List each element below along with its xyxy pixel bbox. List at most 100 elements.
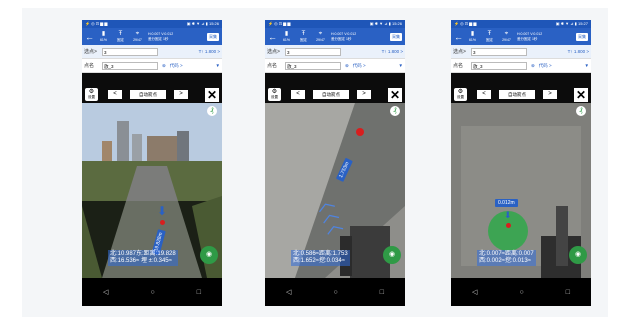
readout-line-1: 北:0.586≈距离:1.753 — [293, 251, 348, 257]
point-select-label[interactable]: 选点> — [267, 48, 285, 55]
system-nav-bar: ◁ ○ □ — [82, 278, 222, 306]
settings-label: 设置 — [88, 95, 95, 99]
status-icon: ▮ — [284, 31, 289, 37]
status-indicator: Ŧ 固定 — [295, 31, 312, 42]
clear-icon[interactable]: ⊗ — [162, 63, 166, 69]
status-indicator: ⌖ 29/47 — [129, 31, 146, 42]
antenna-height[interactable]: T↑ 1.800 > — [568, 49, 589, 54]
h-precision: H:0.007 — [148, 31, 161, 36]
stakeout-controls: ⚙ 设置 < 自动箭点 > ✕ — [82, 86, 222, 103]
previous-point-button[interactable]: < — [108, 90, 122, 99]
point-name-input[interactable]: 放_3 — [471, 61, 527, 70]
nav-recents-icon[interactable]: □ — [380, 289, 384, 296]
point-input[interactable]: 3 — [471, 47, 527, 56]
point-input[interactable]: 3 — [285, 47, 341, 56]
clear-icon[interactable]: ⊗ — [531, 63, 535, 69]
chevron-down-icon[interactable]: ▼ — [216, 63, 220, 68]
locate-icon[interactable]: ◉ — [200, 246, 218, 264]
status-icons-left: ⚡ ◎ ⊡ ▆ ▆ — [454, 21, 477, 26]
clear-icon[interactable]: ⊗ — [345, 63, 349, 69]
status-indicator: ⌖ 29/47 — [312, 31, 329, 42]
code-selector[interactable]: 代码 > — [353, 63, 366, 69]
status-label: 29/47 — [502, 38, 511, 42]
status-label: 29/47 — [316, 38, 325, 42]
distance-label: 0.012m — [495, 199, 518, 207]
nav-home-icon[interactable]: ○ — [150, 289, 154, 296]
status-icon: Ŧ — [487, 31, 492, 37]
point-name-input[interactable]: 放_3 — [285, 61, 341, 70]
back-arrow-icon[interactable]: ← — [268, 32, 278, 42]
point-select-label[interactable]: 选点> — [84, 48, 102, 55]
name-row: 点名 放_3 ⊗ 代码 > ▼ — [82, 59, 222, 73]
back-arrow-icon[interactable]: ← — [85, 32, 95, 42]
auto-point-button[interactable]: 自动箭点 — [130, 90, 166, 99]
nav-back-icon[interactable]: ◁ — [286, 288, 291, 296]
nav-back-icon[interactable]: ◁ — [103, 288, 108, 296]
status-icon: ▮ — [101, 31, 106, 37]
compass-icon[interactable]: ₰ — [207, 106, 217, 116]
settings-label: 设置 — [271, 95, 278, 99]
code-selector[interactable]: 代码 > — [170, 63, 183, 69]
auto-point-button[interactable]: 自动箭点 — [313, 90, 349, 99]
collect-button[interactable]: 采集 — [576, 32, 588, 41]
direction-arrow-icon: ⬇ — [157, 204, 168, 218]
status-bar: ⚡ ◎ ⊡ ▆ ▆ ▣ ✱ ▼ ⊿ ▮ 15:26 — [265, 20, 405, 28]
collect-button[interactable]: 采集 — [207, 32, 219, 41]
compass-icon[interactable]: ₰ — [390, 106, 400, 116]
settings-label: 设置 — [457, 95, 464, 99]
status-label: 固定 — [117, 38, 124, 42]
antenna-height[interactable]: T↑ 1.800 > — [382, 49, 403, 54]
next-point-button[interactable]: > — [174, 90, 188, 99]
chevron-down-icon[interactable]: ▼ — [399, 63, 403, 68]
h-precision: H:0.007 — [517, 31, 530, 36]
compass-icon[interactable]: ₰ — [576, 106, 586, 116]
next-point-button[interactable]: > — [543, 90, 557, 99]
status-icon: Ŧ — [301, 31, 306, 37]
settings-button[interactable]: ⚙ 设置 — [268, 88, 281, 101]
nav-recents-icon[interactable]: □ — [566, 289, 570, 296]
status-label: 61% — [468, 38, 476, 42]
readout-line-1: 北:0.007≈距离:0.007 — [479, 251, 534, 257]
close-icon[interactable]: ✕ — [574, 87, 588, 102]
status-icons-right: ▣ ✱ ▼ ⊿ ▮ 15:26 — [186, 21, 219, 26]
nav-home-icon[interactable]: ○ — [333, 289, 337, 296]
previous-point-button[interactable]: < — [477, 90, 491, 99]
code-selector[interactable]: 代码 > — [539, 63, 552, 69]
status-icon: ⌖ — [135, 31, 140, 37]
close-icon[interactable]: ✕ — [205, 87, 219, 102]
v-precision: V:0.012 — [530, 31, 543, 36]
locate-icon[interactable]: ◉ — [383, 246, 401, 264]
nav-recents-icon[interactable]: □ — [197, 289, 201, 296]
antenna-height[interactable]: T↑ 1.800 > — [199, 49, 220, 54]
point-name-input[interactable]: 放_3 — [102, 61, 158, 70]
target-point — [160, 220, 165, 225]
nav-back-icon[interactable]: ◁ — [472, 288, 477, 296]
nav-home-icon[interactable]: ○ — [519, 289, 523, 296]
locate-icon[interactable]: ◉ — [569, 246, 587, 264]
next-point-button[interactable]: > — [357, 90, 371, 99]
solution-status: 差分固定 1秒 — [517, 36, 538, 41]
stakeout-view: ⚙ 设置 < 自动箭点 > ✕ ₰ 0.012m ⬇ 北:0.007≈距离:0.007 西:0.00… — [451, 86, 591, 295]
chevron-down-icon[interactable]: ▼ — [585, 63, 589, 68]
close-icon[interactable]: ✕ — [388, 87, 402, 102]
settings-button[interactable]: ⚙ 设置 — [85, 88, 98, 101]
settings-button[interactable]: ⚙ 设置 — [454, 88, 467, 101]
phone-screen: ⚡ ◎ ⊡ ▆ ▆ ▣ ✱ ▼ ⊿ ▮ 15:26 ← ▮ 61% Ŧ 固定 ⌖ 29/47 H:… — [265, 20, 405, 306]
point-select-label[interactable]: 选点> — [453, 48, 471, 55]
stakeout-readout: 北:0.007≈距离:0.007 西:0.002≈挖:0.013≈ — [477, 250, 536, 266]
collect-button[interactable]: 采集 — [390, 32, 402, 41]
system-nav-bar: ◁ ○ □ — [265, 278, 405, 306]
status-icon: ⌖ — [318, 31, 323, 37]
point-input[interactable]: 3 — [102, 47, 158, 56]
status-icons-left: ⚡ ◎ ⊡ ▆ ▆ — [268, 21, 291, 26]
precision-readout: H:0.007 V:0.012 差分固定 1秒 — [331, 32, 375, 42]
status-indicator: ▮ 61% — [278, 31, 295, 42]
previous-point-button[interactable]: < — [291, 90, 305, 99]
auto-point-button[interactable]: 自动箭点 — [499, 90, 535, 99]
readout-line-1: 北:10.987东:距离:19.828 — [110, 251, 176, 257]
readout-line-2: 西:1.652≈挖:0.034≈ — [293, 258, 345, 264]
status-label: 固定 — [486, 38, 493, 42]
stakeout-controls: ⚙ 设置 < 自动箭点 > ✕ — [265, 86, 405, 103]
status-indicator: ⌖ 29/47 — [498, 31, 515, 42]
back-arrow-icon[interactable]: ← — [454, 32, 464, 42]
